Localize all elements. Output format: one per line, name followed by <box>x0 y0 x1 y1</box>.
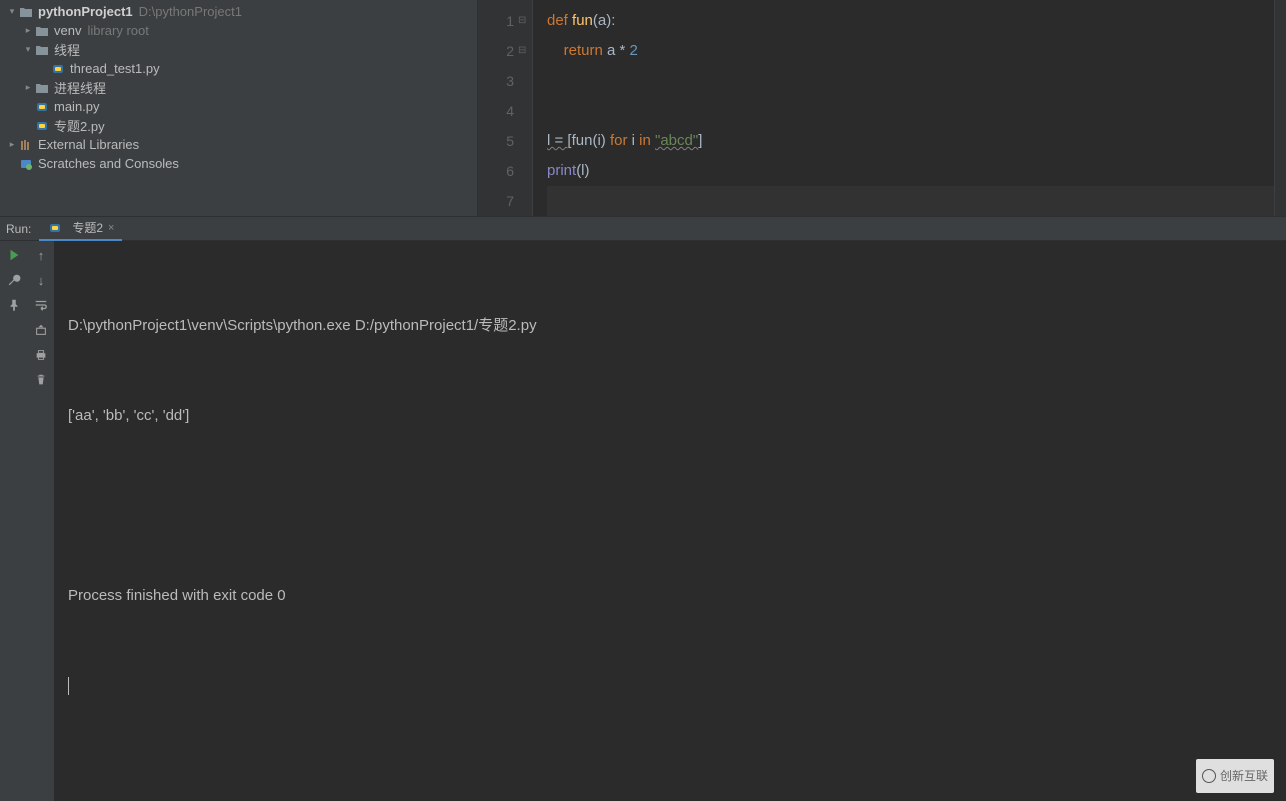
tree-label: 线程 <box>54 40 80 59</box>
code-content[interactable]: def fun(a): return a * 2 l = [fun(i) for… <box>533 0 1286 216</box>
library-icon <box>18 137 34 153</box>
wrench-icon[interactable] <box>6 272 22 288</box>
console-output[interactable]: D:\pythonProject1\venv\Scripts\python.ex… <box>54 241 1286 801</box>
fold-icon[interactable]: ⊟ <box>518 6 528 36</box>
watermark-logo-icon <box>1202 769 1216 783</box>
editor-marker-bar[interactable] <box>1274 0 1286 216</box>
keyword: in <box>639 132 655 149</box>
expand-icon[interactable] <box>6 139 18 150</box>
down-icon[interactable]: ↓ <box>33 272 49 288</box>
tree-label: Scratches and Consoles <box>38 156 179 171</box>
tree-label: thread_test1.py <box>70 61 160 76</box>
line-number: 7 <box>478 186 514 216</box>
trash-icon[interactable] <box>33 372 49 388</box>
soft-wrap-icon[interactable] <box>33 297 49 313</box>
code-text: (i) <box>592 132 610 149</box>
console-line: ['aa', 'bb', 'cc', 'dd'] <box>68 401 1272 431</box>
console-line: D:\pythonProject1\venv\Scripts\python.ex… <box>68 311 1272 341</box>
line-number: 5 <box>478 126 514 156</box>
run-tab-label: 专题2 <box>72 219 103 236</box>
folder-icon <box>34 23 50 39</box>
code-editor[interactable]: 1 2 3 4 5 6 7 ⊟ ⊟ def fun(a): return a *… <box>478 0 1286 216</box>
project-path: D:\pythonProject1 <box>139 4 242 19</box>
line-number: 6 <box>478 156 514 186</box>
folder-icon <box>18 4 34 20</box>
tree-file-topic2[interactable]: 专题2.py <box>0 116 477 135</box>
print-icon[interactable] <box>33 347 49 363</box>
code-text: ] <box>698 132 702 149</box>
code-text: l = [ <box>547 132 572 149</box>
code-text: (l) <box>576 162 589 179</box>
tree-label: External Libraries <box>38 137 139 152</box>
tree-scratches[interactable]: Scratches and Consoles <box>0 154 477 173</box>
run-toolbar-inner: ↑ ↓ <box>28 241 54 801</box>
scroll-icon[interactable] <box>33 322 49 338</box>
rerun-icon[interactable] <box>6 247 22 263</box>
python-file-icon <box>50 61 66 77</box>
up-icon[interactable]: ↑ <box>33 247 49 263</box>
run-toolbar-left <box>0 241 28 801</box>
console-line <box>68 491 1272 521</box>
python-file-icon <box>34 118 50 134</box>
string: "abcd" <box>655 132 698 149</box>
code-text: a * <box>607 42 630 59</box>
tree-label: 进程线程 <box>54 78 106 97</box>
console-cursor <box>68 677 69 695</box>
function-name: fun <box>572 12 593 29</box>
tree-file-main[interactable]: main.py <box>0 97 477 116</box>
expand-icon[interactable] <box>22 44 34 55</box>
tree-label: main.py <box>54 99 100 114</box>
run-header: Run: 专题2 × <box>0 217 1286 241</box>
number: 2 <box>630 42 638 59</box>
line-number: 2 <box>478 36 514 66</box>
folder-icon <box>34 80 50 96</box>
run-panel: Run: 专题2 × ↑ ↓ D:\pythonProject1\venv\Sc… <box>0 216 1286 801</box>
expand-icon[interactable] <box>22 25 34 36</box>
keyword: return <box>547 42 607 59</box>
keyword: for <box>610 132 632 149</box>
console-line: Process finished with exit code 0 <box>68 581 1272 611</box>
tree-venv[interactable]: venv library root <box>0 21 477 40</box>
scratches-icon <box>18 156 34 172</box>
tree-file-thread-test1[interactable]: thread_test1.py <box>0 59 477 78</box>
keyword: def <box>547 12 572 29</box>
editor-gutter: 1 2 3 4 5 6 7 ⊟ ⊟ <box>478 0 533 216</box>
line-number: 1 <box>478 6 514 36</box>
builtin: print <box>547 162 576 179</box>
line-number: 4 <box>478 96 514 126</box>
expand-icon[interactable] <box>22 82 34 93</box>
tree-label: 专题2.py <box>54 116 105 135</box>
python-file-icon <box>34 99 50 115</box>
project-tree: pythonProject1 D:\pythonProject1 venv li… <box>0 0 478 216</box>
expand-icon[interactable] <box>6 6 18 17</box>
run-tab[interactable]: 专题2 × <box>39 217 122 241</box>
code-text: (a): <box>593 12 616 29</box>
watermark: 创新互联 <box>1196 759 1274 793</box>
line-number: 3 <box>478 66 514 96</box>
tree-external-libraries[interactable]: External Libraries <box>0 135 477 154</box>
tree-label: venv <box>54 23 81 38</box>
code-text: fun <box>572 132 593 149</box>
tree-folder-process-threads[interactable]: 进程线程 <box>0 78 477 97</box>
pin-icon[interactable] <box>6 297 22 313</box>
venv-hint: library root <box>87 23 148 38</box>
fold-icon[interactable]: ⊟ <box>518 36 528 66</box>
project-name: pythonProject1 <box>38 4 133 19</box>
python-file-icon <box>47 220 63 236</box>
close-icon[interactable]: × <box>108 222 114 234</box>
run-label: Run: <box>6 222 31 236</box>
tree-project-root[interactable]: pythonProject1 D:\pythonProject1 <box>0 2 477 21</box>
watermark-text: 创新互联 <box>1220 761 1268 791</box>
tree-folder-threads[interactable]: 线程 <box>0 40 477 59</box>
folder-icon <box>34 42 50 58</box>
